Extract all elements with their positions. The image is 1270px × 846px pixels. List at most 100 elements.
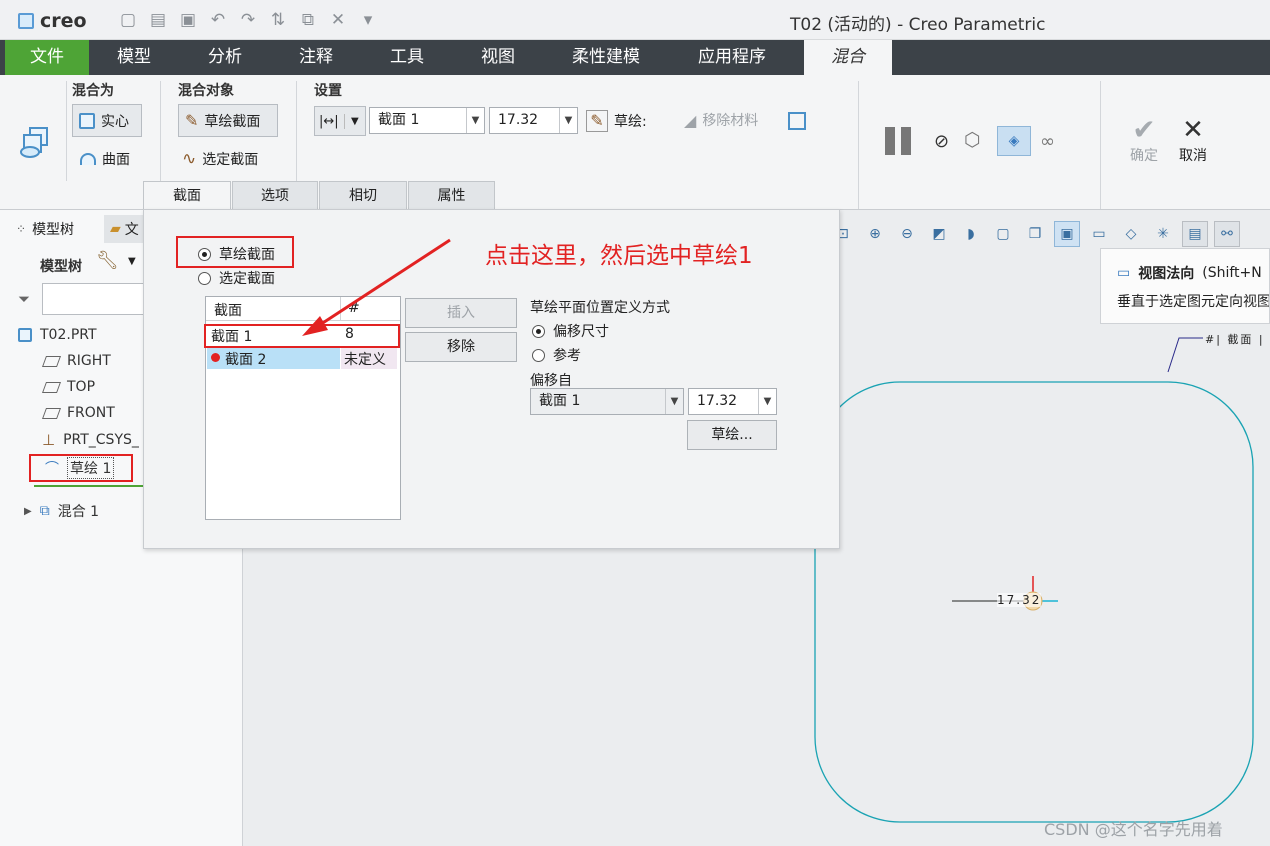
tab-model[interactable]: 模型 xyxy=(93,40,175,75)
tree-item-sketch[interactable]: ⌒ 草绘 1 xyxy=(29,454,133,482)
tree-search-input[interactable] xyxy=(42,283,147,315)
glasses-icon[interactable]: ∞ xyxy=(1040,131,1055,152)
offset-distance-input[interactable]: 17.32 ▼ xyxy=(688,388,777,415)
window-title: T02 (活动的) - Creo Parametric xyxy=(790,15,1046,35)
row-section-number-cell: 未定义 xyxy=(341,347,397,369)
radio-sketched-section[interactable]: 草绘截面 xyxy=(198,244,275,264)
pause-icon-bar xyxy=(901,127,911,155)
solid-button[interactable]: 实心 xyxy=(72,104,142,137)
undo-icon[interactable]: ↶ xyxy=(208,10,228,32)
close-icon: ✕ xyxy=(1182,115,1204,145)
regenerate-icon[interactable]: ⇅ xyxy=(268,10,288,32)
surface-button[interactable]: 曲面 xyxy=(80,149,130,169)
sketch-section-label: 草绘截面 xyxy=(204,113,261,130)
group-title-blend-object: 混合对象 xyxy=(178,83,234,99)
radio-offset-dimension-label: 偏移尺寸 xyxy=(553,324,609,340)
tab-flexible-modeling[interactable]: 柔性建模 xyxy=(553,40,659,75)
tab-annotate[interactable]: 注释 xyxy=(275,40,357,75)
subtab-section[interactable]: 截面 xyxy=(143,181,231,210)
no-preview-icon[interactable]: ⊘ xyxy=(934,131,949,152)
remove-material-button[interactable]: ◢ 移除材料 xyxy=(684,110,758,130)
radio-selected-section[interactable]: 选定截面 xyxy=(198,268,275,288)
offset-from-select[interactable]: 截面 1 ▼ xyxy=(530,388,684,415)
camera-icon[interactable]: ▣ xyxy=(1054,221,1080,247)
chevron-down-icon: ▼ xyxy=(559,108,577,133)
radio-reference[interactable]: 参考 xyxy=(532,345,581,365)
offset-value-input[interactable]: 17.32 ▼ xyxy=(489,107,578,134)
blend-feature-icon xyxy=(18,125,52,159)
tab-blend[interactable]: 混合 xyxy=(804,40,892,75)
tab-analysis[interactable]: 分析 xyxy=(183,40,267,75)
window-icon[interactable]: ⧉ xyxy=(298,10,318,32)
tree-item-blend[interactable]: ▶ ⧉ 混合 1 xyxy=(24,501,99,521)
preview-solid-icon[interactable]: ◈ xyxy=(997,126,1031,156)
offset-type-dropdown[interactable]: |↔| ▼ xyxy=(314,106,366,136)
subtab-options[interactable]: 选项 xyxy=(232,181,318,210)
tree-item-part[interactable]: T02.PRT xyxy=(18,327,97,343)
select-section-button[interactable]: ∿ 选定截面 xyxy=(182,149,258,169)
surface-label: 曲面 xyxy=(102,152,130,168)
chevron-down-icon[interactable]: ▼ xyxy=(128,256,136,267)
spin-center-icon[interactable]: ⚯ xyxy=(1214,221,1240,247)
subtab-properties[interactable]: 属性 xyxy=(408,181,495,210)
section-select[interactable]: 截面 1 ▼ xyxy=(369,107,485,134)
perspective-icon[interactable]: ◇ xyxy=(1118,221,1144,247)
display-style-icon[interactable]: ◗ xyxy=(958,221,984,247)
tree-item-front[interactable]: FRONT xyxy=(41,405,115,421)
view-toolbar: ⊡ ⊕ ⊖ ◩ ◗ ▢ ❐ ▣ ▭ ◇ ✳ ▤ ⚯ xyxy=(830,221,1240,251)
zoom-out-icon[interactable]: ⊖ xyxy=(894,221,920,247)
subtab-tangency[interactable]: 相切 xyxy=(319,181,407,210)
saved-views-icon[interactable]: ▢ xyxy=(990,221,1016,247)
pause-button[interactable] xyxy=(885,127,915,155)
tab-tools[interactable]: 工具 xyxy=(365,40,449,75)
tooltip-shortcut: (Shift+N xyxy=(1202,265,1262,281)
table-row-selected[interactable]: 截面 2 xyxy=(207,347,340,369)
select-section-label: 选定截面 xyxy=(202,152,259,168)
tree-settings-icon[interactable]: 🔧︎ xyxy=(96,250,119,271)
view-manager-icon[interactable]: ❐ xyxy=(1022,221,1048,247)
save-icon[interactable]: ▣ xyxy=(178,10,198,32)
sketch-button[interactable]: ✎ 草绘: xyxy=(586,110,647,132)
tab-file[interactable]: 文件 xyxy=(5,40,89,75)
row-section-number: 未定义 xyxy=(344,352,386,368)
zoom-in-icon[interactable]: ⊕ xyxy=(862,221,888,247)
thicken-icon[interactable] xyxy=(788,112,806,130)
radio-offset-dimension[interactable]: 偏移尺寸 xyxy=(532,321,609,341)
close-window-icon[interactable]: ✕ xyxy=(328,10,348,32)
open-icon[interactable]: ▤ xyxy=(148,10,168,32)
radio-sketched-section-label: 草绘截面 xyxy=(219,247,275,263)
surface-icon xyxy=(80,153,96,165)
creo-logo: creo xyxy=(18,10,87,32)
dimension-label[interactable]: 17.32 xyxy=(997,593,1042,607)
title-bar: creo ▢ ▤ ▣ ↶ ↷ ⇅ ⧉ ✕ ▾ T02 (活动的) - Creo … xyxy=(0,0,1270,40)
confirm-button[interactable]: ✔ 确定 xyxy=(1126,115,1162,165)
tab-view[interactable]: 视图 xyxy=(457,40,539,75)
new-icon[interactable]: ▢ xyxy=(118,10,138,32)
cancel-button[interactable]: ✕ 取消 xyxy=(1174,115,1212,165)
tab-applications[interactable]: 应用程序 xyxy=(680,40,784,75)
section-select-value: 截面 1 xyxy=(378,112,420,128)
tree-item-right[interactable]: RIGHT xyxy=(41,353,111,369)
sketch-section-button[interactable]: ✎ 草绘截面 xyxy=(178,104,278,137)
repaint-icon[interactable]: ◩ xyxy=(926,221,952,247)
radio-selected-icon xyxy=(198,247,211,261)
folder-icon: ▰ xyxy=(110,221,121,237)
divider xyxy=(296,81,297,181)
filter-icon[interactable]: ⏷ xyxy=(18,290,30,308)
tab-model-tree[interactable]: ⁘ 模型树 xyxy=(16,219,74,239)
tab-folder[interactable]: ▰ 文 xyxy=(104,215,144,243)
customize-icon[interactable]: ▾ xyxy=(358,10,378,32)
view-normal-icon[interactable]: ▭ xyxy=(1086,221,1112,247)
sketch-dialog-button[interactable]: 草绘... xyxy=(687,420,777,450)
tree-item-csys[interactable]: ⊥ PRT_CSYS_ xyxy=(42,431,139,449)
redo-icon[interactable]: ↷ xyxy=(238,10,258,32)
preview-mesh-icon[interactable]: ⬡ xyxy=(964,129,981,151)
tooltip-description: 垂直于选定图元定向视图 xyxy=(1117,294,1269,310)
divider xyxy=(160,81,161,181)
blend-icon: ⧉ xyxy=(39,503,50,519)
tree-item-part-label: T02.PRT xyxy=(40,327,97,343)
annotation-display-icon[interactable]: ▤ xyxy=(1182,221,1208,247)
datum-display-icon[interactable]: ✳ xyxy=(1150,221,1176,247)
tree-item-top[interactable]: TOP xyxy=(41,379,95,395)
dimension-icon: |↔| xyxy=(319,113,345,129)
